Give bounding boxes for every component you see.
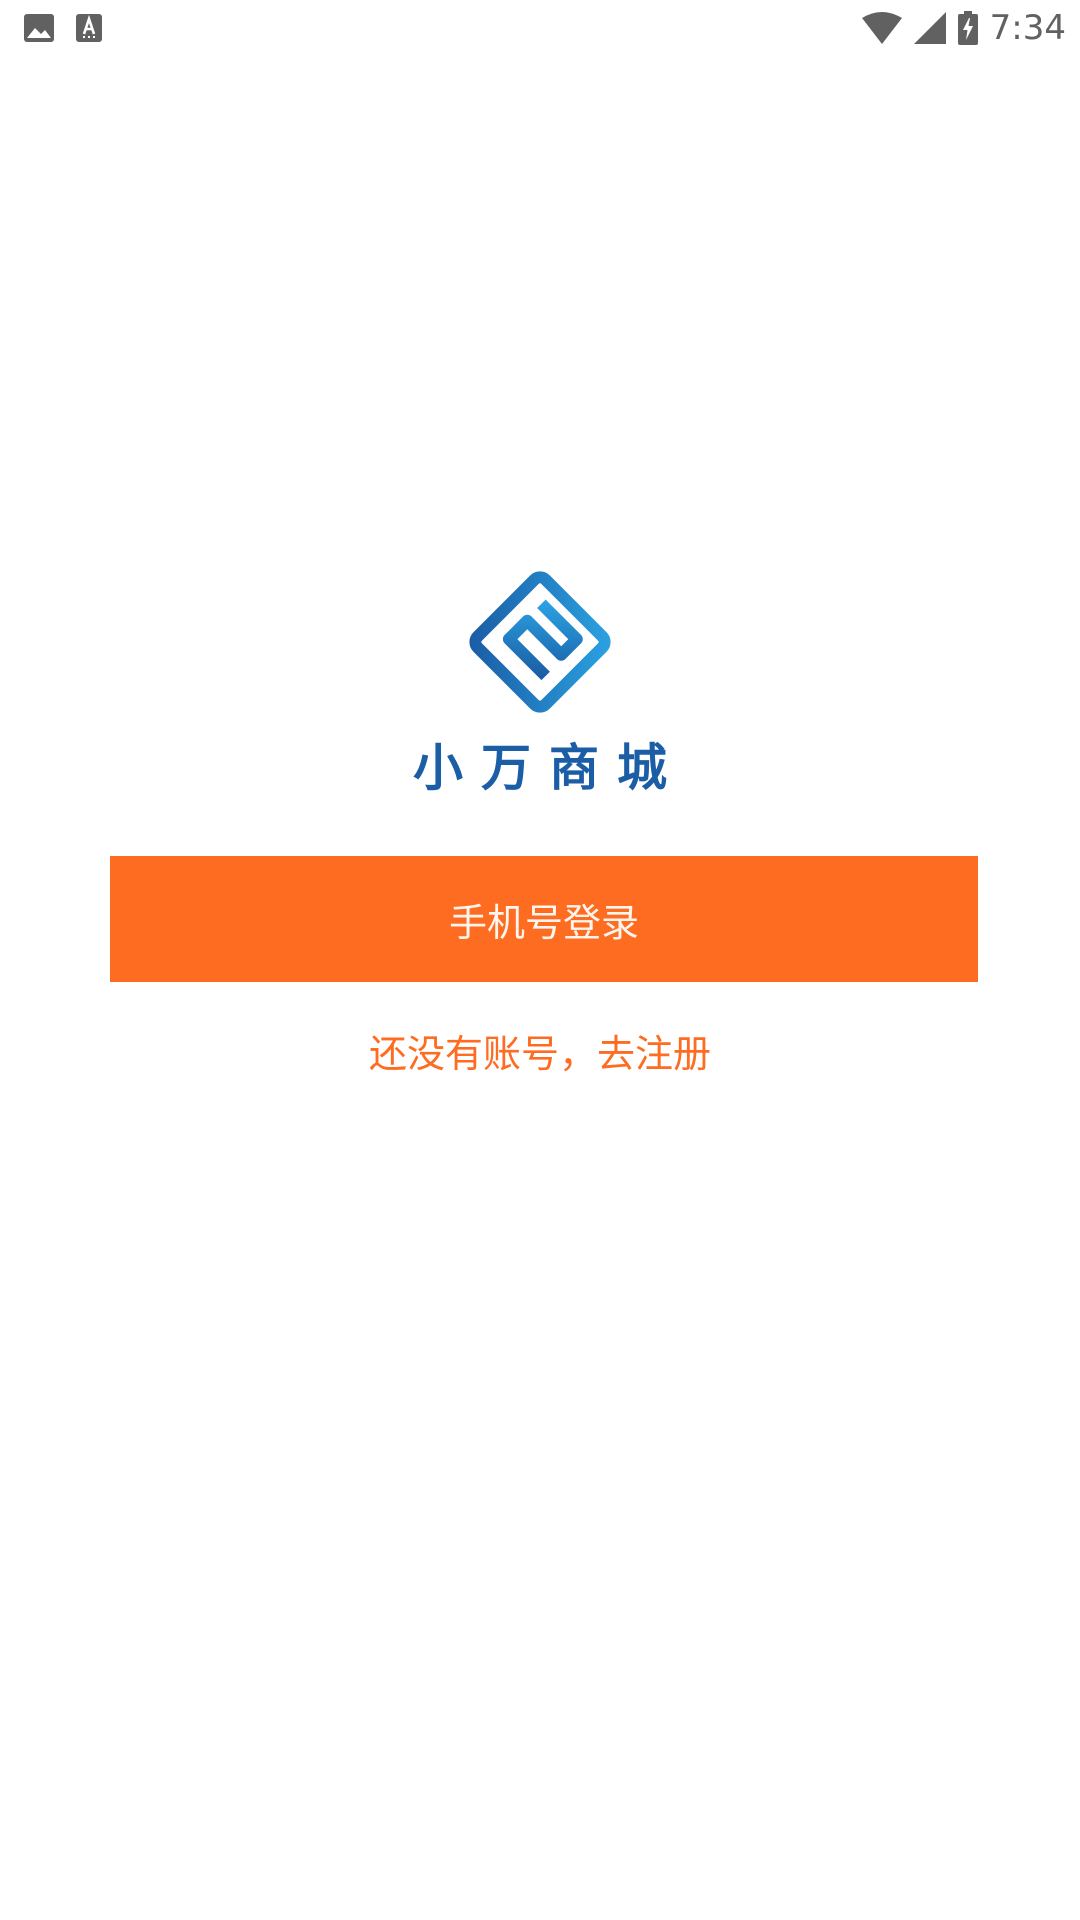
register-link[interactable]: 还没有账号，去注册 xyxy=(0,1024,1080,1084)
status-bar-time: 7:34 xyxy=(989,8,1066,48)
status-bar-system: 7:34 xyxy=(861,6,1066,50)
app-logo-text: 小万商城 xyxy=(413,739,685,797)
battery-charging-icon xyxy=(957,11,978,45)
phone-login-button[interactable]: 手机号登录 xyxy=(110,856,978,982)
cellular-signal-icon xyxy=(913,12,946,44)
status-bar: 7:34 xyxy=(0,0,1080,56)
app-logo: 小万商城 xyxy=(0,560,1080,797)
font-download-icon xyxy=(76,14,102,42)
app-logo-icon xyxy=(469,571,611,713)
image-icon xyxy=(24,14,54,42)
status-bar-notifications xyxy=(24,12,102,44)
wifi-icon xyxy=(861,12,902,44)
